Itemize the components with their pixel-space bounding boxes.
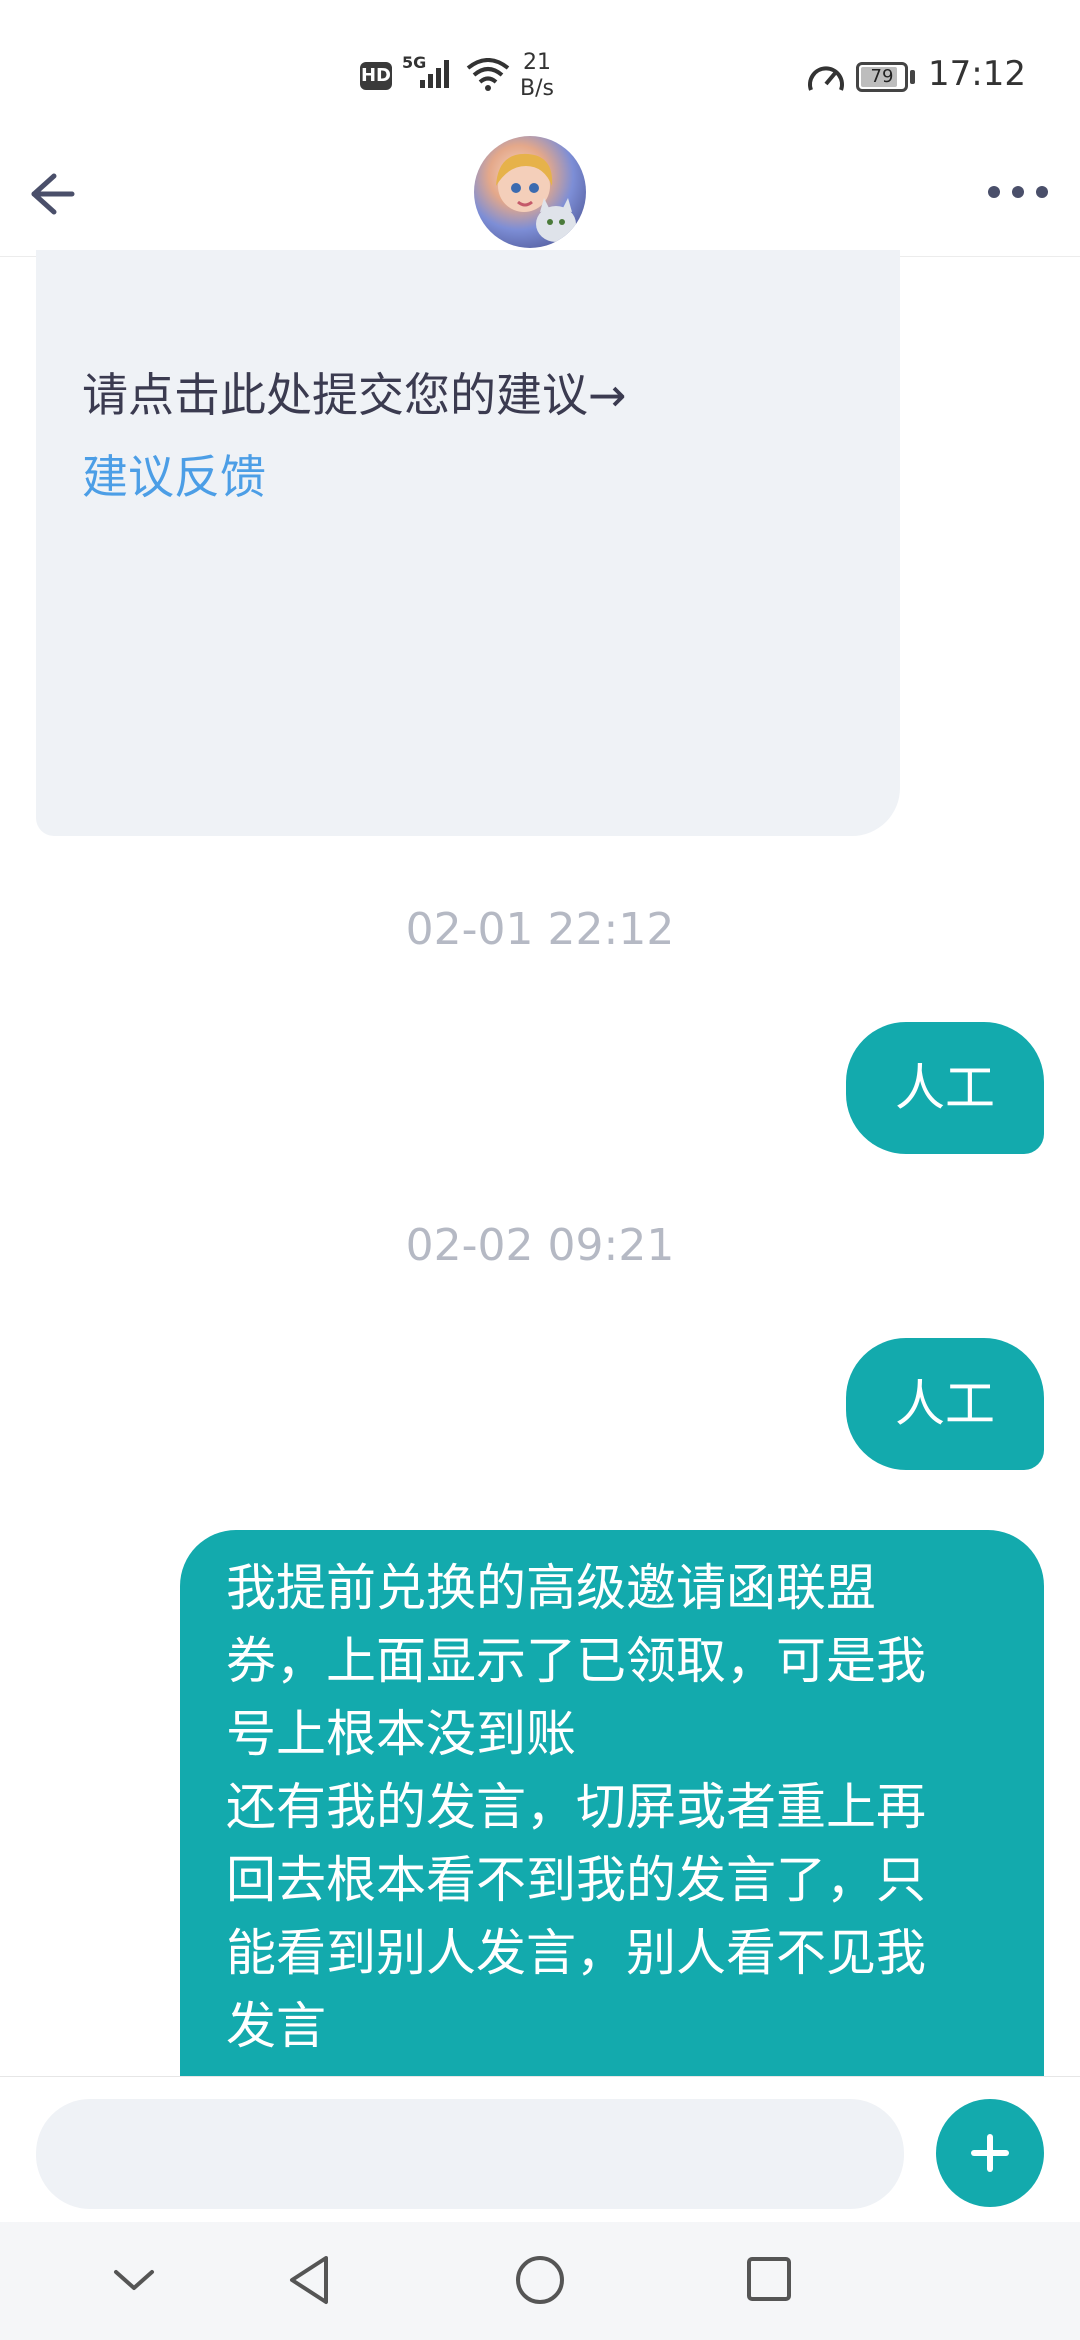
data-rate-value: 21 — [522, 50, 551, 75]
plus-icon[interactable] — [936, 2099, 1044, 2207]
message-line: 能看到别人发言，别人看不见我 — [226, 1924, 926, 1982]
user-message-bubble: 人工 — [846, 1338, 1044, 1470]
arrow-left-icon[interactable] — [24, 166, 84, 222]
bot-message-text: 请点击此处提交您的建议→ — [82, 368, 627, 422]
hd-badge: HD — [360, 62, 392, 90]
battery-tip — [910, 70, 915, 84]
more-dots-icon[interactable] — [986, 182, 1050, 202]
back-triangle-icon[interactable] — [284, 2252, 334, 2312]
battery-icon: 79 — [856, 62, 908, 92]
signal-icon: 5G — [402, 52, 462, 96]
timestamp: 02-02 09:21 — [405, 1220, 675, 1271]
battery-level: 79 — [870, 66, 894, 87]
recents-square-icon[interactable] — [746, 2256, 792, 2306]
message-line: 我提前兑换的高级邀请函联盟 — [226, 1559, 876, 1617]
message-line: 券，上面显示了已领取，可是我 — [226, 1632, 926, 1690]
home-circle-icon[interactable] — [514, 2254, 566, 2310]
data-rate-unit: B/s — [520, 76, 554, 101]
system-nav-bar — [0, 2222, 1080, 2340]
status-bar: HD 5G 21 B/s 79 17:12 — [0, 0, 1080, 130]
network-label: 5G — [402, 53, 426, 72]
user-message-bubble: 人工 — [846, 1022, 1044, 1154]
status-time: 17:12 — [928, 54, 1026, 94]
wifi-icon — [466, 58, 510, 96]
bot-message-bubble — [36, 250, 900, 836]
message-line: 号上根本没到账 — [226, 1705, 576, 1763]
data-rate: 21 B/s — [520, 50, 554, 102]
speedometer-icon — [806, 60, 846, 100]
message-input-bar — [0, 2076, 1080, 2223]
message-line: 还有我的发言，切屏或者重上再 — [226, 1778, 926, 1836]
message-input[interactable] — [36, 2099, 904, 2209]
bot-avatar[interactable] — [474, 136, 586, 248]
chevron-down-icon[interactable] — [112, 2266, 156, 2300]
timestamp: 02-01 22:12 — [405, 904, 675, 955]
feedback-link[interactable]: 建议反馈 — [82, 448, 266, 506]
chat-header — [0, 130, 1080, 257]
message-line: 回去根本看不到我的发言了，只 — [226, 1851, 926, 1909]
user-message-bubble-long: 我提前兑换的高级邀请函联盟 券，上面显示了已领取，可是我 号上根本没到账 还有我… — [180, 1530, 1044, 2090]
message-line: 发言 — [226, 1997, 326, 2055]
